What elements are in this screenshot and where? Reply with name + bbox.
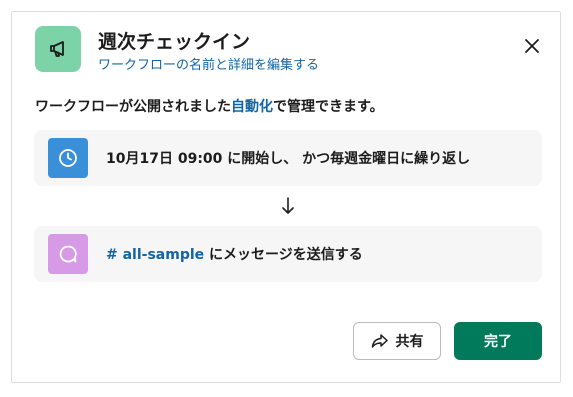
arrow-down-icon xyxy=(280,196,296,216)
trigger-step-text: 10月17日 09:00 に開始し、 かつ毎週金曜日に繰り返し xyxy=(106,151,471,167)
description-prefix: ワークフローが公開されました xyxy=(35,99,231,115)
published-description: ワークフローが公開されました自動化で管理できます。 xyxy=(35,96,384,116)
dialog-title: 週次チェックイン xyxy=(98,31,251,53)
channel-link[interactable]: # all-sample xyxy=(106,247,204,263)
action-step-text: # all-sample にメッセージを送信する xyxy=(106,244,363,264)
workflow-published-dialog: 週次チェックイン ワークフローの名前と詳細を編集する ワークフローが公開されまし… xyxy=(11,11,561,383)
megaphone-icon xyxy=(35,26,81,72)
done-button[interactable]: 完了 xyxy=(454,322,542,360)
close-icon xyxy=(525,39,539,53)
share-button[interactable]: 共有 xyxy=(353,322,441,360)
done-button-label: 完了 xyxy=(484,334,512,350)
workflow-step-action: # all-sample にメッセージを送信する xyxy=(34,226,542,282)
message-icon xyxy=(48,234,88,274)
edit-workflow-link[interactable]: ワークフローの名前と詳細を編集する xyxy=(98,54,319,73)
clock-icon xyxy=(48,138,88,178)
action-step-label: にメッセージを送信する xyxy=(204,247,363,263)
share-arrow-icon xyxy=(371,333,389,349)
share-button-label: 共有 xyxy=(395,334,424,350)
automation-link[interactable]: 自動化 xyxy=(231,99,273,115)
description-suffix: で管理できます。 xyxy=(273,99,384,115)
close-button[interactable] xyxy=(520,34,544,58)
workflow-step-trigger: 10月17日 09:00 に開始し、 かつ毎週金曜日に繰り返し xyxy=(34,130,542,186)
